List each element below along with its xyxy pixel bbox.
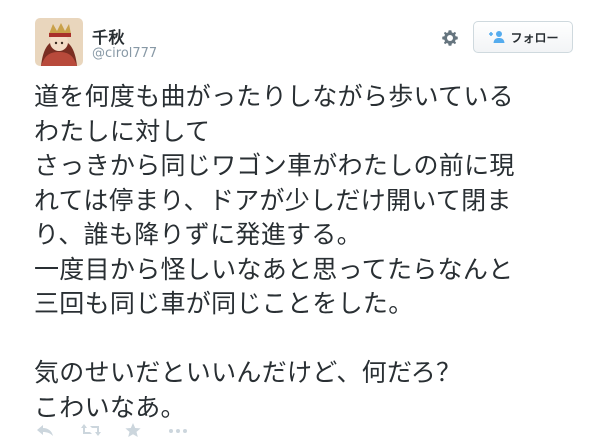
- tweet-line: 一度目から怪しいなあと思ってたらなんと: [34, 254, 514, 284]
- tweet-line: れては停まり、ドアが少しだけ開いて閉ま: [34, 185, 512, 215]
- tweet-line: さっきから同じワゴン車がわたしの前に現: [34, 151, 515, 180]
- user-handle[interactable]: @cirol777: [92, 46, 157, 61]
- gear-icon[interactable]: [440, 28, 460, 48]
- tweet-line: り、誰も降りずに発進する。: [34, 220, 362, 249]
- tweet-line: わたしに対して: [34, 116, 211, 146]
- follow-button[interactable]: フォロー: [473, 21, 573, 53]
- tweet-text: 道を何度も曲がったりしながら歩いている わたしに対して さっきから同じワゴン車が…: [34, 80, 594, 425]
- retweet-icon[interactable]: [80, 422, 101, 438]
- tweet-line: 気のせいだといいんだけど、何だろ？: [34, 358, 462, 387]
- tweet-line: 道を何度も曲がったりしながら歩いている: [34, 82, 514, 111]
- reply-icon[interactable]: [36, 422, 56, 438]
- display-name[interactable]: 千秋: [92, 24, 125, 48]
- follow-label: フォロー: [510, 30, 559, 45]
- tweet-line: 三回も同じ車が同じことをした。: [34, 289, 414, 318]
- add-user-icon: [487, 30, 505, 44]
- more-icon[interactable]: [168, 422, 188, 438]
- tweet-actions: [36, 420, 212, 440]
- avatar[interactable]: [35, 18, 83, 66]
- avatar-icon: [35, 18, 83, 66]
- favorite-icon[interactable]: [124, 422, 144, 438]
